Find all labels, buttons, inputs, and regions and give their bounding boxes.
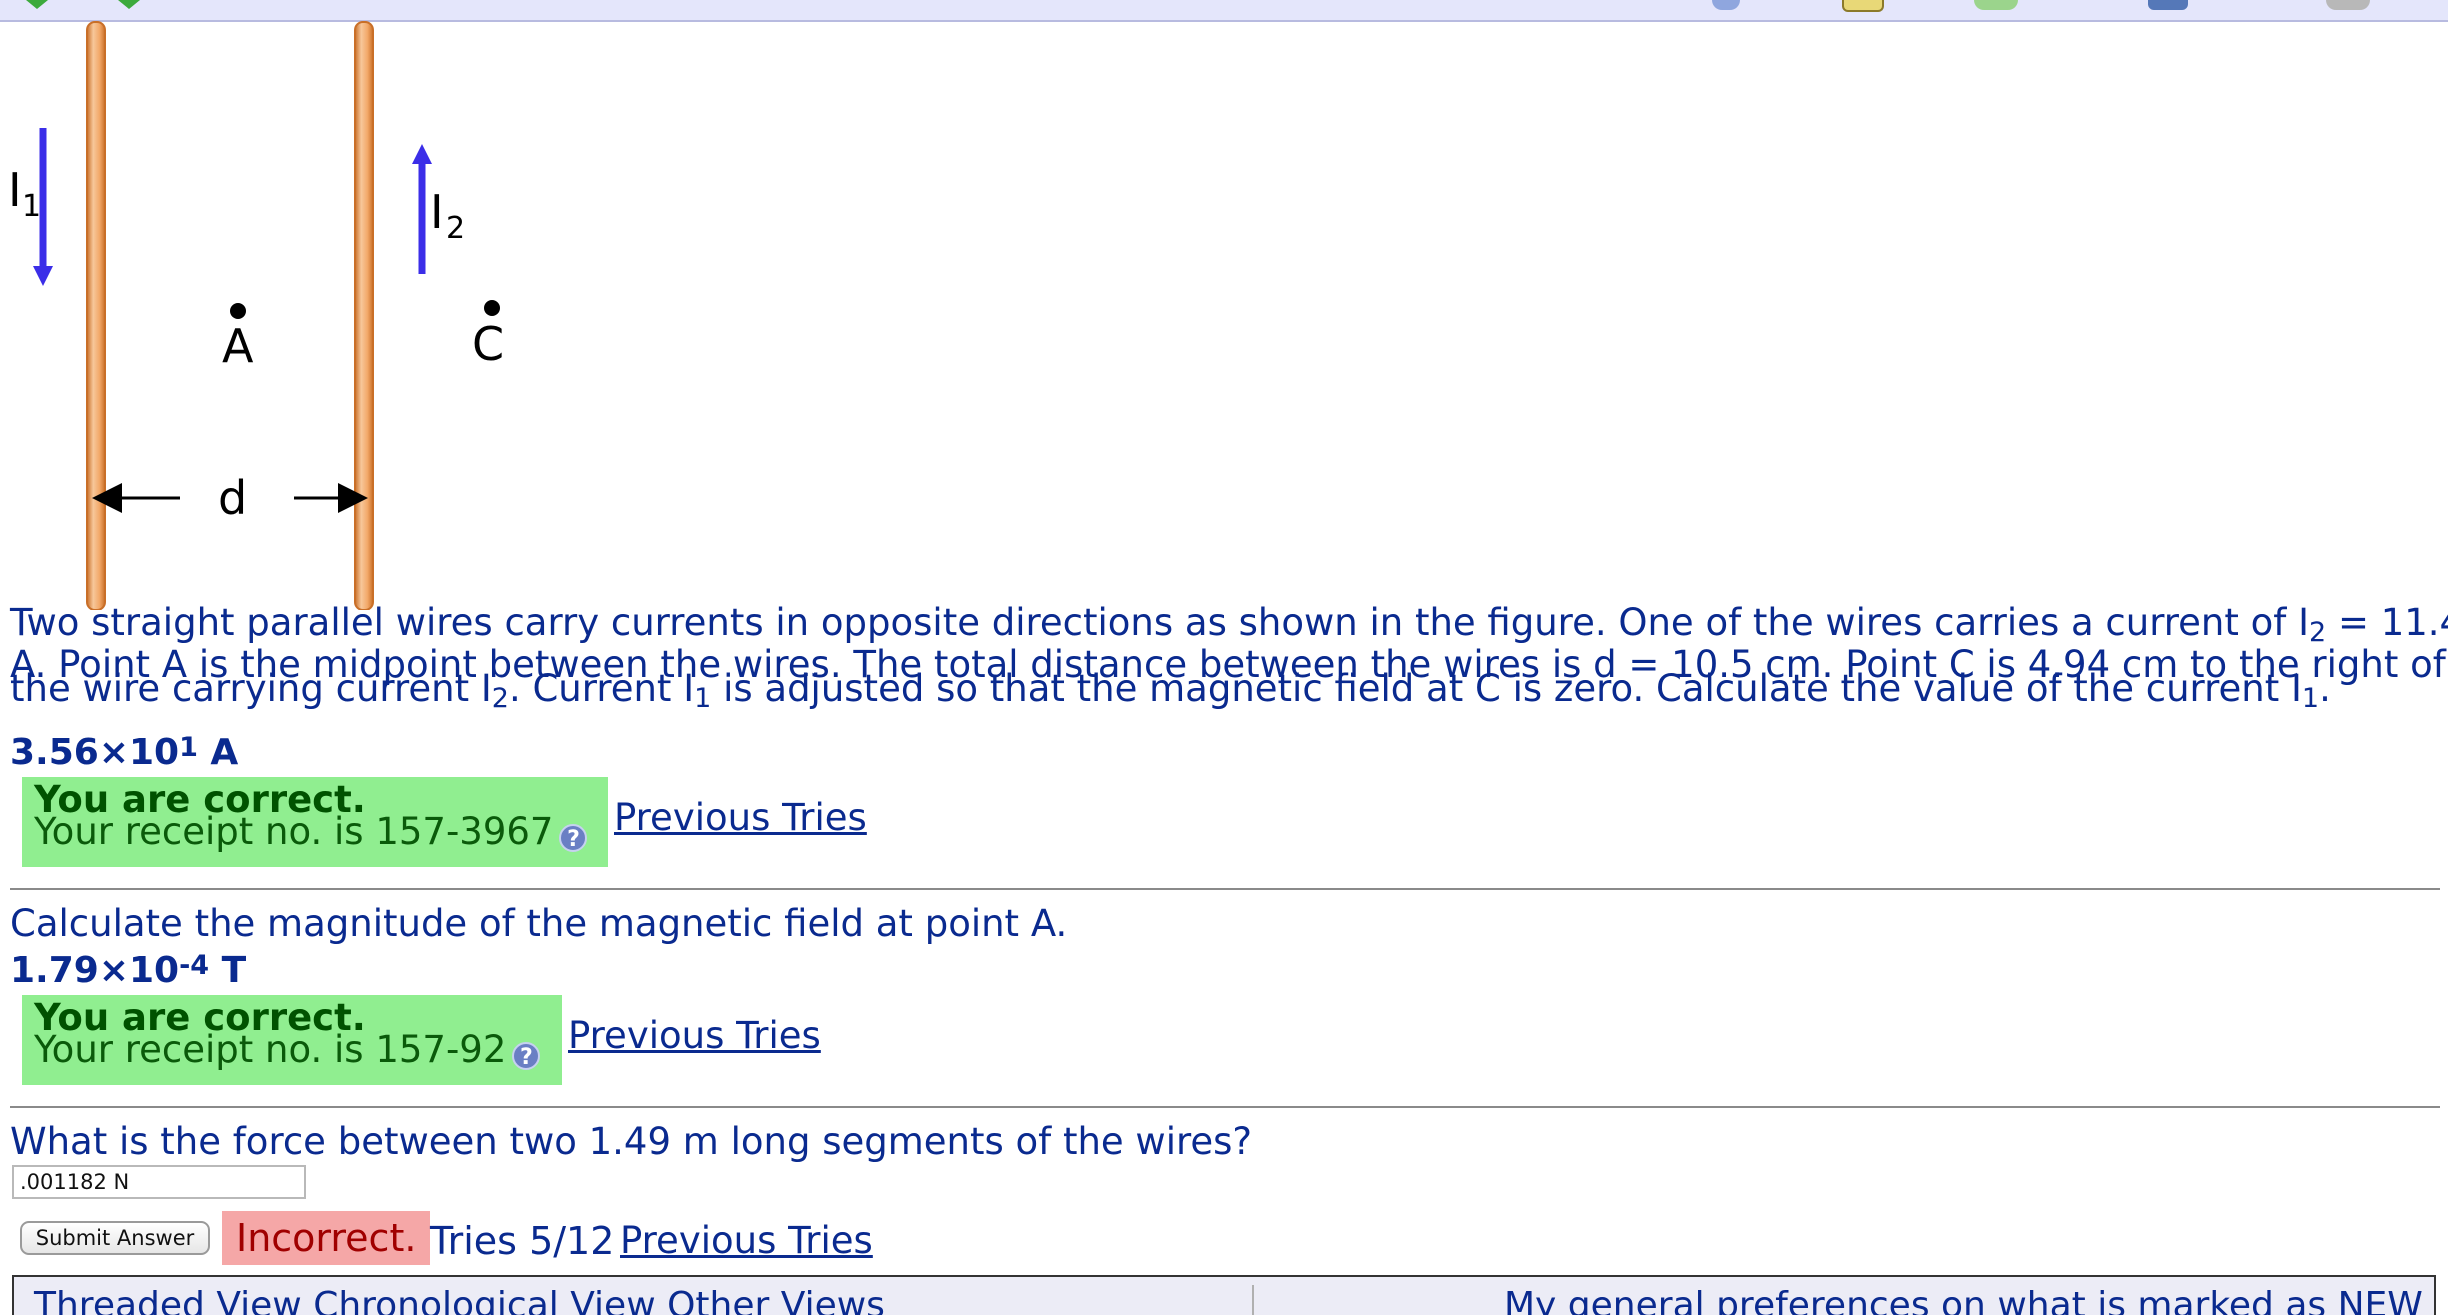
i2-subscript: 2: [446, 211, 465, 246]
part1-correct-feedback: You are correct. Your receipt no. is 157…: [22, 777, 608, 867]
wire-1: [86, 21, 106, 611]
part2-receipt: Your receipt no. is 157-92?: [34, 1031, 550, 1070]
problem-statement: Two straight parallel wires carry curren…: [10, 601, 2448, 714]
part2-question: Calculate the magnitude of the magnetic …: [10, 902, 1068, 945]
part1-previous-tries-link[interactable]: Previous Tries: [614, 796, 867, 839]
point-c-dot: [484, 300, 500, 316]
wire-2: [354, 21, 374, 611]
part1-answer: 3.56×101 A: [10, 732, 239, 773]
email-icon[interactable]: [2148, 0, 2188, 10]
i1-label: I: [8, 163, 22, 217]
submit-answer-button[interactable]: Submit Answer: [20, 1221, 210, 1255]
part3-question: What is the force between two 1.49 m lon…: [10, 1120, 1253, 1163]
discussion-views-links[interactable]: Threaded View Chronological View Other V…: [34, 1285, 885, 1315]
help-icon[interactable]: ?: [512, 1041, 541, 1070]
wires-figure: I 1 I 2 A C d: [0, 16, 560, 611]
distance-label: d: [218, 471, 247, 525]
part1-receipt: Your receipt no. is 157-3967?: [34, 813, 596, 852]
part3-previous-tries-link[interactable]: Previous Tries: [620, 1221, 873, 1261]
forward-arrow-icon[interactable]: [118, 0, 140, 9]
discussion-bar: Threaded View Chronological View Other V…: [12, 1275, 2436, 1315]
part2-correct-feedback: You are correct. Your receipt no. is 157…: [22, 995, 562, 1085]
problem-line-1: Two straight parallel wires carry curren…: [10, 601, 2448, 648]
divider-2: [10, 1106, 2440, 1108]
problem-line-3: the wire carrying current I2. Current I1…: [10, 667, 2331, 714]
discussion-bar-divider: [1252, 1285, 1254, 1315]
part2-previous-tries-link[interactable]: Previous Tries: [568, 1014, 821, 1057]
new-preferences-link[interactable]: My general preferences on what is marked…: [1504, 1285, 2423, 1315]
tries-counter: Tries 5/12: [430, 1219, 615, 1263]
point-a-dot: [230, 303, 246, 319]
divider-1: [10, 888, 2440, 890]
current-i2-arrow-icon: [412, 144, 432, 274]
notes-icon[interactable]: [1842, 0, 1884, 12]
i2-label: I: [430, 185, 444, 239]
part2-answer: 1.79×10-4 T: [10, 950, 247, 991]
feedback-icon[interactable]: [1974, 0, 2018, 10]
point-a-label: A: [222, 319, 254, 373]
back-arrow-icon[interactable]: [26, 0, 48, 9]
force-answer-input[interactable]: [12, 1165, 306, 1199]
incorrect-status-badge: Incorrect.: [222, 1211, 431, 1265]
help-circle-icon[interactable]: [1712, 0, 1740, 10]
wires-diagram: I 1 I 2 A C d: [8, 21, 504, 611]
print-icon[interactable]: [2326, 0, 2370, 10]
help-icon[interactable]: ?: [559, 823, 588, 852]
i1-subscript: 1: [22, 189, 41, 224]
point-c-label: C: [472, 317, 504, 371]
